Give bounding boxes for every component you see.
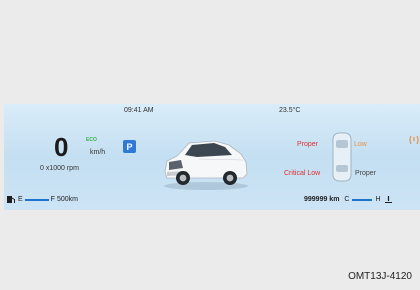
clock: 09:41 AM	[124, 107, 154, 114]
rpm-readout: 0 x1000 rpm	[40, 165, 79, 172]
fuel-level-bar	[24, 198, 49, 201]
coolant-hot-label: H	[375, 196, 381, 203]
speed-value: 0	[54, 132, 69, 162]
tire-pressure-rear-right: Proper	[355, 170, 377, 177]
coolant-temp-bar	[352, 198, 373, 201]
odometer-coolant-row: 999999 km C H	[304, 195, 393, 204]
speed-unit: km/h	[90, 149, 106, 156]
coolant-cold-label: C	[344, 196, 350, 203]
outside-temperature: 23.5°C	[279, 107, 301, 114]
tire-pressure-front-right: Low	[354, 141, 367, 148]
tire-pressure-warning-icon	[409, 135, 419, 145]
gear-indicator: P	[123, 140, 136, 153]
fuel-pump-icon	[7, 196, 15, 203]
eco-indicator: ECO	[86, 137, 97, 143]
vehicle-image	[164, 140, 248, 190]
tire-pressure-front-left: Proper	[297, 141, 319, 148]
fuel-full-label: F	[50, 196, 55, 203]
figure-id: OMT13J-4120	[348, 271, 412, 282]
fuel-gauge: E F 500km	[6, 195, 78, 204]
instrument-cluster-display: 09:41 AM 23.5°C 0 ECO km/h 0 x1000 rpm P…	[4, 104, 420, 210]
odometer-value: 999999 km	[304, 196, 340, 203]
range-value: 500km	[56, 196, 78, 203]
tire-pressure-rear-left: Critical Low	[284, 170, 321, 177]
tire-layout-car-icon	[332, 132, 352, 182]
coolant-temperature-icon	[384, 196, 392, 203]
fuel-empty-label: E	[18, 196, 23, 203]
